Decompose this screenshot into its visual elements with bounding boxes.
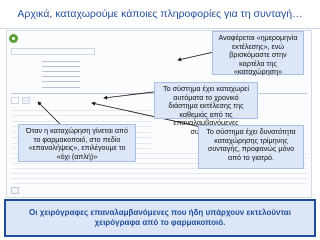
panel-header bbox=[11, 48, 95, 55]
app-logo bbox=[9, 33, 43, 45]
text-field[interactable] bbox=[42, 58, 80, 62]
callout-pharmacist-answer: Όταν η καταχώρηση γίνεται από το φαρμακο… bbox=[18, 124, 136, 162]
logo-icon bbox=[9, 34, 18, 43]
tab-bar bbox=[11, 97, 30, 104]
callout-repeat-period: Το σύστημα έχει καταχωρεί αυτόματα το χρ… bbox=[154, 82, 258, 136]
callout-trimester: Το σύστημα έχει δυνατότητα καταχώρησης τ… bbox=[198, 125, 304, 169]
bottom-note: Οι χειρόγραφες επαναλαμβανόμενες που ήδη… bbox=[4, 199, 316, 237]
text-field[interactable] bbox=[42, 78, 80, 83]
tab[interactable] bbox=[11, 97, 19, 104]
field-row bbox=[11, 83, 141, 88]
grid-line bbox=[11, 179, 307, 184]
prescription-fields bbox=[11, 57, 141, 88]
tab[interactable] bbox=[22, 97, 30, 104]
callout-search-info: Αναφέρεται «ημερομηνία εκτέλεσης», ενώ β… bbox=[212, 31, 304, 76]
text-field[interactable] bbox=[42, 73, 80, 78]
text-field[interactable] bbox=[42, 63, 80, 67]
text-field[interactable] bbox=[42, 68, 80, 72]
action-button[interactable] bbox=[11, 187, 19, 194]
text-field[interactable] bbox=[42, 84, 80, 88]
slide-title: Αρχικά, καταχωρούμε κάποιες πληροφορίες … bbox=[0, 0, 320, 29]
